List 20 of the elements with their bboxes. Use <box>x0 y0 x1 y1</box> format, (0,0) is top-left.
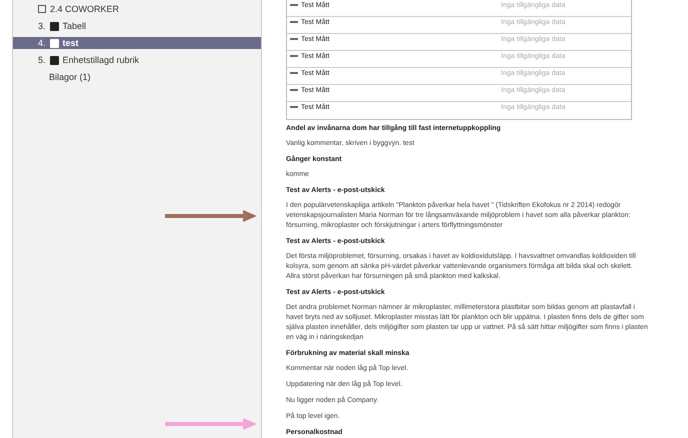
dash-icon <box>290 89 298 91</box>
tree-item[interactable]: 5. Enhetstillagd rubrik <box>13 54 261 66</box>
item-label: Tabell <box>62 22 86 30</box>
tree-item[interactable]: 2.4 COWORKER <box>13 3 261 15</box>
dash-icon <box>290 38 298 40</box>
dash-icon <box>290 55 298 57</box>
item-number: 3. <box>38 22 46 30</box>
item-label: Enhetstillagd rubrik <box>62 56 140 64</box>
dash-icon <box>290 21 298 23</box>
item-number: 5. <box>38 56 46 64</box>
tree-item[interactable]: 4. test <box>13 37 261 49</box>
item-label: Bilagor (1) <box>49 72 91 82</box>
dash-icon <box>290 72 298 74</box>
dash-icon <box>290 4 298 6</box>
item-label: test <box>62 38 79 48</box>
dash-icon <box>290 106 298 108</box>
tree-item[interactable]: Bilagor (1) <box>13 71 261 83</box>
tree-item[interactable]: 3. Tabell <box>13 20 261 32</box>
item-label: 2.4 COWORKER <box>50 4 120 14</box>
item-number: 4. <box>38 38 46 48</box>
